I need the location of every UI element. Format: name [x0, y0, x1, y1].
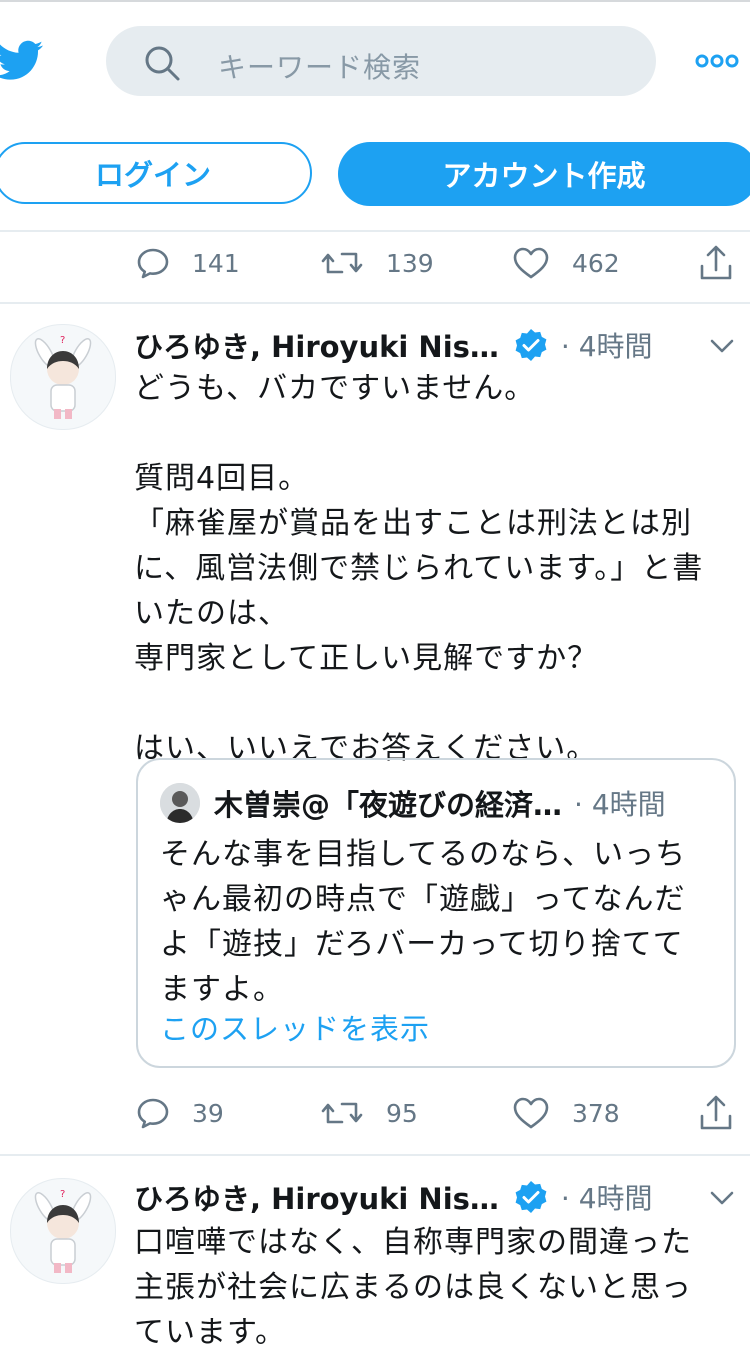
- create-account-button[interactable]: アカウント作成: [338, 142, 750, 206]
- share-action[interactable]: [698, 1088, 734, 1138]
- search-icon: [145, 46, 180, 81]
- avatar-illustration: ?: [34, 1189, 92, 1273]
- reply-action[interactable]: 141: [136, 238, 240, 288]
- login-button[interactable]: ログイン: [0, 142, 312, 204]
- more-icon[interactable]: [694, 46, 740, 76]
- tweet-time[interactable]: · 4時間: [561, 325, 653, 365]
- quote-time: · 4時間: [574, 788, 666, 821]
- chevron-down-icon[interactable]: [708, 1188, 736, 1208]
- quote-avatar: [160, 783, 200, 823]
- tweet-text: どうも、バカですいません。 質問4回目。 「麻雀屋が賞品を出すことは刑法とは別 …: [134, 371, 704, 766]
- avatar-illustration: ?: [34, 335, 92, 419]
- like-action[interactable]: 378: [512, 1088, 620, 1138]
- header: キーワード検索 ログイン アカウント作成: [0, 2, 750, 232]
- tweet-header: ひろゆき, Hiroyuki Nis… · 4時間: [134, 322, 653, 368]
- reply-action[interactable]: 39: [136, 1088, 224, 1138]
- svg-text:?: ?: [60, 335, 65, 346]
- divider: [0, 1154, 750, 1156]
- author-name[interactable]: ひろゆき, Hiroyuki Nis…: [134, 324, 499, 366]
- share-action[interactable]: [698, 238, 734, 288]
- share-icon: [700, 1095, 732, 1130]
- tweet-actions: 141 139 462: [0, 238, 750, 288]
- reply-icon: [137, 248, 169, 279]
- reply-count: 141: [192, 248, 240, 278]
- chevron-down-icon[interactable]: [708, 336, 736, 356]
- tweet-header: ひろゆき, Hiroyuki Nis… · 4時間: [134, 1174, 653, 1220]
- search-bar[interactable]: キーワード検索: [106, 26, 656, 96]
- tweet-actions: 39 95 378: [0, 1088, 750, 1138]
- quote-text: そんな事を目指してるのなら、いっち ゃん最初の時点で「遊戯」ってなんだ よ「遊技…: [160, 837, 687, 1007]
- tweet-time[interactable]: · 4時間: [561, 1177, 653, 1217]
- retweet-icon: [321, 1102, 363, 1124]
- heart-icon: [513, 1097, 549, 1129]
- svg-text:?: ?: [60, 1189, 65, 1200]
- reply-count: 39: [192, 1098, 224, 1128]
- quoted-tweet[interactable]: 木曽崇@「夜遊びの経済… · 4時間 そんな事を目指してるのなら、いっち ゃん最…: [136, 758, 736, 1068]
- reply-icon: [137, 1098, 169, 1129]
- retweet-action[interactable]: 95: [320, 1088, 418, 1138]
- avatar[interactable]: ?: [10, 324, 116, 430]
- divider: [0, 302, 750, 304]
- verified-badge-icon: [515, 329, 547, 361]
- divider: [0, 230, 750, 232]
- avatar[interactable]: ?: [10, 1178, 116, 1284]
- quote-header: 木曽崇@「夜遊びの経済… · 4時間: [160, 782, 666, 824]
- share-icon: [700, 245, 732, 280]
- twitter-bird-icon[interactable]: [0, 38, 50, 82]
- like-count: 462: [572, 248, 620, 278]
- retweet-count: 139: [386, 248, 434, 278]
- like-count: 378: [572, 1098, 620, 1128]
- verified-badge-icon: [515, 1181, 547, 1213]
- retweet-icon: [321, 252, 363, 274]
- search-placeholder[interactable]: キーワード検索: [218, 46, 421, 86]
- author-name[interactable]: ひろゆき, Hiroyuki Nis…: [134, 1176, 499, 1218]
- retweet-count: 95: [386, 1098, 418, 1128]
- retweet-action[interactable]: 139: [320, 238, 434, 288]
- like-action[interactable]: 462: [512, 238, 620, 288]
- quote-avatar-illustration: [160, 783, 200, 823]
- tweet-text: 口喧嘩ではなく、自称専門家の間違った 主張が社会に広まるのは良くないと思っ てい…: [134, 1225, 692, 1350]
- show-thread-link[interactable]: このスレッドを表示: [160, 1006, 430, 1048]
- quote-author-name: 木曽崇@「夜遊びの経済…: [214, 788, 563, 822]
- heart-icon: [513, 247, 549, 279]
